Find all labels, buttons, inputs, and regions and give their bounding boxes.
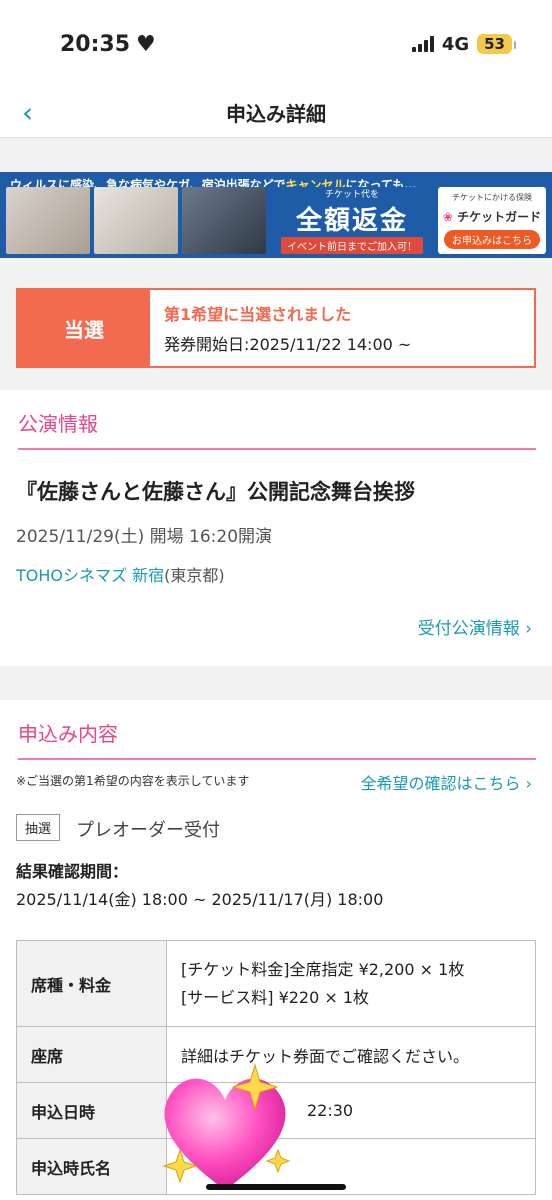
performance-section-title: 公演情報 bbox=[18, 412, 98, 436]
section-divider bbox=[18, 758, 536, 760]
result-message: 第1希望に当選されました bbox=[164, 305, 352, 324]
ticket-guard-logo: ❀ チケットガード bbox=[442, 209, 542, 224]
lottery-tag: 抽選 bbox=[16, 814, 61, 841]
network-label: 4G bbox=[441, 33, 470, 55]
clock-text: 20:35 bbox=[60, 31, 131, 57]
page-title: 申込み詳細 bbox=[226, 102, 326, 126]
application-section-title: 申込み内容 bbox=[18, 722, 118, 746]
ad-refund: チケット代を 全額返金 イベント前日までご加入可！ bbox=[270, 187, 434, 254]
issue-start-date: 発券開始日:2025/11/22 14:00 ~ bbox=[164, 335, 412, 354]
ad-apply-button[interactable]: お申込みはこちら bbox=[444, 229, 540, 249]
win-badge: 当選 bbox=[18, 290, 150, 366]
status-time: 20:35 ♥ bbox=[60, 32, 156, 57]
ad-photo-business bbox=[182, 187, 266, 254]
chevron-right-icon: › bbox=[525, 619, 532, 639]
ticket-guard-ad-banner[interactable]: ウィルスに感染、急な病気やケガ、宿泊出張などでキャンセルになっても… チケット代… bbox=[0, 172, 552, 258]
table-row: 席種・料金 [チケット料金]全席指定 ¥2,200 × 1枚 [サービス料] ¥… bbox=[16, 940, 536, 1027]
ad-photo-sick bbox=[6, 187, 90, 254]
sparkling-heart-sticker-icon bbox=[162, 1063, 291, 1190]
lottery-result-box: 当選 第1希望に当選されました 発券開始日:2025/11/22 14:00 ~ bbox=[16, 288, 536, 368]
ad-photo-injury bbox=[94, 187, 178, 254]
order-type: プレオーダー受付 bbox=[76, 820, 220, 841]
signal-icon bbox=[411, 36, 434, 52]
section-divider bbox=[18, 448, 536, 450]
nav-bar: ‹ 申込み詳細 bbox=[0, 88, 552, 138]
seat-label: 座席 bbox=[16, 1026, 167, 1083]
ad-headline: ウィルスに感染、急な病気やケガ、宿泊出張などでキャンセルになっても… bbox=[10, 178, 417, 187]
battery-icon: 53 bbox=[477, 34, 516, 54]
section-separator bbox=[0, 666, 552, 700]
period-value: 2025/11/14(金) 18:00 ~ 2025/11/17(月) 18:0… bbox=[16, 890, 384, 909]
heart-icon: ♥ bbox=[136, 31, 156, 57]
applied-datetime-label: 申込日時 bbox=[16, 1082, 167, 1139]
back-chevron-icon[interactable]: ‹ bbox=[22, 96, 33, 129]
seat-price-label: 席種・料金 bbox=[16, 940, 167, 1027]
event-venue: TOHOシネマズ 新宿(東京都) bbox=[16, 566, 225, 585]
seat-price-value: [チケット料金]全席指定 ¥2,200 × 1枚 [サービス料] ¥220 × … bbox=[166, 940, 536, 1027]
applicant-name-label: 申込時氏名 bbox=[16, 1138, 167, 1195]
performance-info-link[interactable]: 受付公演情報 › bbox=[418, 614, 532, 639]
ad-guard-box: チケットにかける保険 ❀ チケットガード お申込みはこちら bbox=[438, 187, 546, 254]
chevron-right-icon: › bbox=[525, 774, 532, 793]
status-bar: 20:35 ♥ 4G 53 bbox=[0, 0, 552, 88]
period-label: 結果確認期間： bbox=[16, 862, 129, 881]
all-choices-link[interactable]: 全希望の確認はこちら › bbox=[360, 770, 532, 794]
event-title: 『佐藤さんと佐藤さん』公開記念舞台挨拶 bbox=[16, 480, 415, 504]
home-indicator[interactable] bbox=[206, 1184, 346, 1190]
event-date: 2025/11/29(土) 開場 16:20開演 bbox=[16, 527, 273, 547]
venue-link[interactable]: TOHOシネマズ 新宿 bbox=[16, 566, 164, 585]
first-choice-note: ※ご当選の第1希望の内容を表示しています bbox=[16, 774, 250, 788]
status-indicators: 4G 53 bbox=[411, 33, 516, 55]
